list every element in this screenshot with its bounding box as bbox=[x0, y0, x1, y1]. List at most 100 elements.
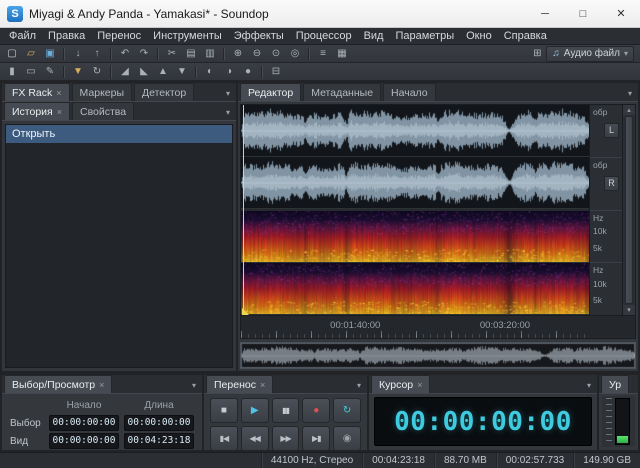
mixer-icon[interactable]: ≡ bbox=[314, 46, 332, 61]
waveform-left-track[interactable] bbox=[241, 105, 589, 157]
menu-item-9[interactable]: Справка bbox=[498, 28, 553, 44]
tab-levels[interactable]: Ур bbox=[601, 375, 630, 393]
rewind-button[interactable]: ◀◀ bbox=[240, 426, 269, 451]
scrollbar-thumb[interactable] bbox=[625, 116, 633, 304]
fade-out-icon[interactable]: ◣ bbox=[135, 64, 153, 79]
scroll-down-icon[interactable]: ▾ bbox=[623, 305, 635, 315]
chevron-down-icon[interactable]: ▾ bbox=[222, 89, 234, 98]
save-icon[interactable]: ▣ bbox=[41, 46, 59, 61]
zoom-in-icon[interactable]: ⊕ bbox=[229, 46, 247, 61]
playhead-flag-icon[interactable] bbox=[242, 308, 249, 315]
play-button[interactable]: ▶ bbox=[240, 398, 269, 423]
zoom-out-icon[interactable]: ⊖ bbox=[248, 46, 266, 61]
loop-button[interactable]: ↻ bbox=[333, 398, 361, 423]
record-options-button[interactable]: ◉ bbox=[333, 426, 361, 451]
view-start-field[interactable]: 00:00:00:00 bbox=[49, 433, 119, 449]
right-channel-button[interactable]: R bbox=[604, 175, 619, 191]
time-selection-tool-icon[interactable]: ▮ bbox=[3, 64, 21, 79]
spectrogram-right-canvas[interactable] bbox=[241, 263, 589, 314]
close-button[interactable]: ✕ bbox=[602, 0, 640, 27]
waveform-right-canvas[interactable] bbox=[241, 157, 589, 208]
close-icon[interactable]: × bbox=[417, 380, 422, 390]
maximize-button[interactable]: □ bbox=[564, 0, 602, 27]
tab-cursor[interactable]: Курсор × bbox=[371, 375, 431, 393]
overview-waveform-canvas[interactable] bbox=[241, 343, 635, 368]
menu-item-2[interactable]: Перенос bbox=[91, 28, 147, 44]
menu-item-6[interactable]: Вид bbox=[358, 28, 390, 44]
view-length-field[interactable]: 00:04:23:18 bbox=[124, 433, 194, 449]
scroll-up-icon[interactable]: ▴ bbox=[623, 105, 635, 115]
audio-file-type-dropdown[interactable]: ♫ Аудио файл ▾ bbox=[546, 45, 634, 62]
spectrogram-left-track[interactable] bbox=[241, 209, 589, 263]
menu-item-0[interactable]: Файл bbox=[3, 28, 42, 44]
waveform-left-canvas[interactable] bbox=[241, 105, 589, 156]
left-channel-button[interactable]: L bbox=[604, 123, 619, 138]
selection-length-field[interactable]: 00:00:00:00 bbox=[124, 415, 194, 431]
overview-strip[interactable] bbox=[240, 342, 636, 369]
minimize-button[interactable]: ─ bbox=[526, 0, 564, 27]
go-to-end-button[interactable]: ▶▮ bbox=[302, 426, 331, 451]
copy-icon[interactable]: ▤ bbox=[182, 46, 200, 61]
tab-properties[interactable]: Свойства bbox=[71, 102, 135, 120]
snap-icon[interactable]: ⊟ bbox=[267, 64, 285, 79]
new-file-icon[interactable]: ▢ bbox=[3, 46, 21, 61]
chevron-down-icon[interactable]: ▾ bbox=[222, 108, 234, 117]
chevron-down-icon[interactable]: ▾ bbox=[353, 381, 365, 390]
open-file-icon[interactable]: ▱ bbox=[22, 46, 40, 61]
record-button[interactable]: ● bbox=[302, 398, 331, 423]
gain-down-icon[interactable]: ▼ bbox=[173, 64, 191, 79]
cursor-time-display[interactable]: 00:00:00:00 bbox=[394, 407, 572, 437]
tab-selection-view[interactable]: Выбор/Просмотр × bbox=[4, 375, 113, 393]
range-selection-tool-icon[interactable]: ▭ bbox=[22, 64, 40, 79]
left-channel-icon[interactable]: ◐ bbox=[201, 64, 219, 79]
history-item-open[interactable]: Открыть bbox=[6, 125, 232, 143]
menu-item-5[interactable]: Процессор bbox=[290, 28, 358, 44]
undo-icon[interactable]: ↶ bbox=[116, 46, 134, 61]
cut-icon[interactable]: ✂ bbox=[163, 46, 181, 61]
close-icon[interactable]: × bbox=[56, 88, 61, 98]
fade-in-icon[interactable]: ◢ bbox=[116, 64, 134, 79]
tab-fx-rack[interactable]: FX Rack × bbox=[4, 83, 70, 101]
zoom-full-icon[interactable]: ◎ bbox=[286, 46, 304, 61]
track-display[interactable] bbox=[240, 104, 590, 316]
close-icon[interactable]: × bbox=[260, 380, 265, 390]
gain-up-icon[interactable]: ▲ bbox=[154, 64, 172, 79]
right-channel-icon[interactable]: ◑ bbox=[220, 64, 238, 79]
export-icon[interactable]: ↑ bbox=[88, 46, 106, 61]
zoom-selection-icon[interactable]: ⊙ bbox=[267, 46, 285, 61]
tab-editor[interactable]: Редактор bbox=[240, 83, 302, 101]
edit-tool-icon[interactable]: ✎ bbox=[41, 64, 59, 79]
menu-item-8[interactable]: Окно bbox=[460, 28, 498, 44]
menu-item-7[interactable]: Параметры bbox=[389, 28, 460, 44]
redo-icon[interactable]: ↷ bbox=[135, 46, 153, 61]
chevron-down-icon[interactable]: ▾ bbox=[188, 381, 200, 390]
tab-detector[interactable]: Детектор bbox=[134, 83, 195, 101]
spectral-view-icon[interactable]: ▦ bbox=[333, 46, 351, 61]
menu-item-4[interactable]: Эффекты bbox=[228, 28, 290, 44]
go-to-start-button[interactable]: ▮◀ bbox=[210, 426, 238, 451]
chevron-down-icon[interactable]: ▾ bbox=[624, 89, 636, 98]
workspace-layout-icon[interactable]: ⊞ bbox=[528, 46, 546, 61]
tab-markers[interactable]: Маркеры bbox=[71, 83, 133, 101]
spectrogram-right-track[interactable] bbox=[241, 263, 589, 315]
loop-playback-icon[interactable]: ↻ bbox=[88, 64, 106, 79]
stop-button[interactable]: ■ bbox=[210, 398, 238, 423]
playhead-cursor[interactable] bbox=[243, 105, 244, 315]
import-icon[interactable]: ↓ bbox=[69, 46, 87, 61]
menu-item-3[interactable]: Инструменты bbox=[147, 28, 228, 44]
tab-start[interactable]: Начало bbox=[383, 83, 436, 101]
timeline-ruler[interactable]: 00:01:40:00 00:03:20:00 bbox=[240, 316, 636, 339]
close-icon[interactable]: × bbox=[99, 380, 104, 390]
paste-icon[interactable]: ▥ bbox=[201, 46, 219, 61]
selection-start-field[interactable]: 00:00:00:00 bbox=[49, 415, 119, 431]
tab-metadata[interactable]: Метаданные bbox=[303, 83, 382, 101]
spectrogram-left-canvas[interactable] bbox=[241, 211, 589, 262]
fast-forward-button[interactable]: ▶▶ bbox=[271, 426, 300, 451]
close-icon[interactable]: × bbox=[57, 107, 62, 117]
waveform-right-track[interactable] bbox=[241, 157, 589, 209]
pause-button[interactable]: ▮▮ bbox=[271, 398, 300, 423]
add-marker-icon[interactable]: ▼ bbox=[69, 64, 87, 79]
menu-item-1[interactable]: Правка bbox=[42, 28, 91, 44]
both-channels-icon[interactable]: ● bbox=[239, 64, 257, 79]
tab-transport[interactable]: Перенос × bbox=[206, 375, 274, 393]
